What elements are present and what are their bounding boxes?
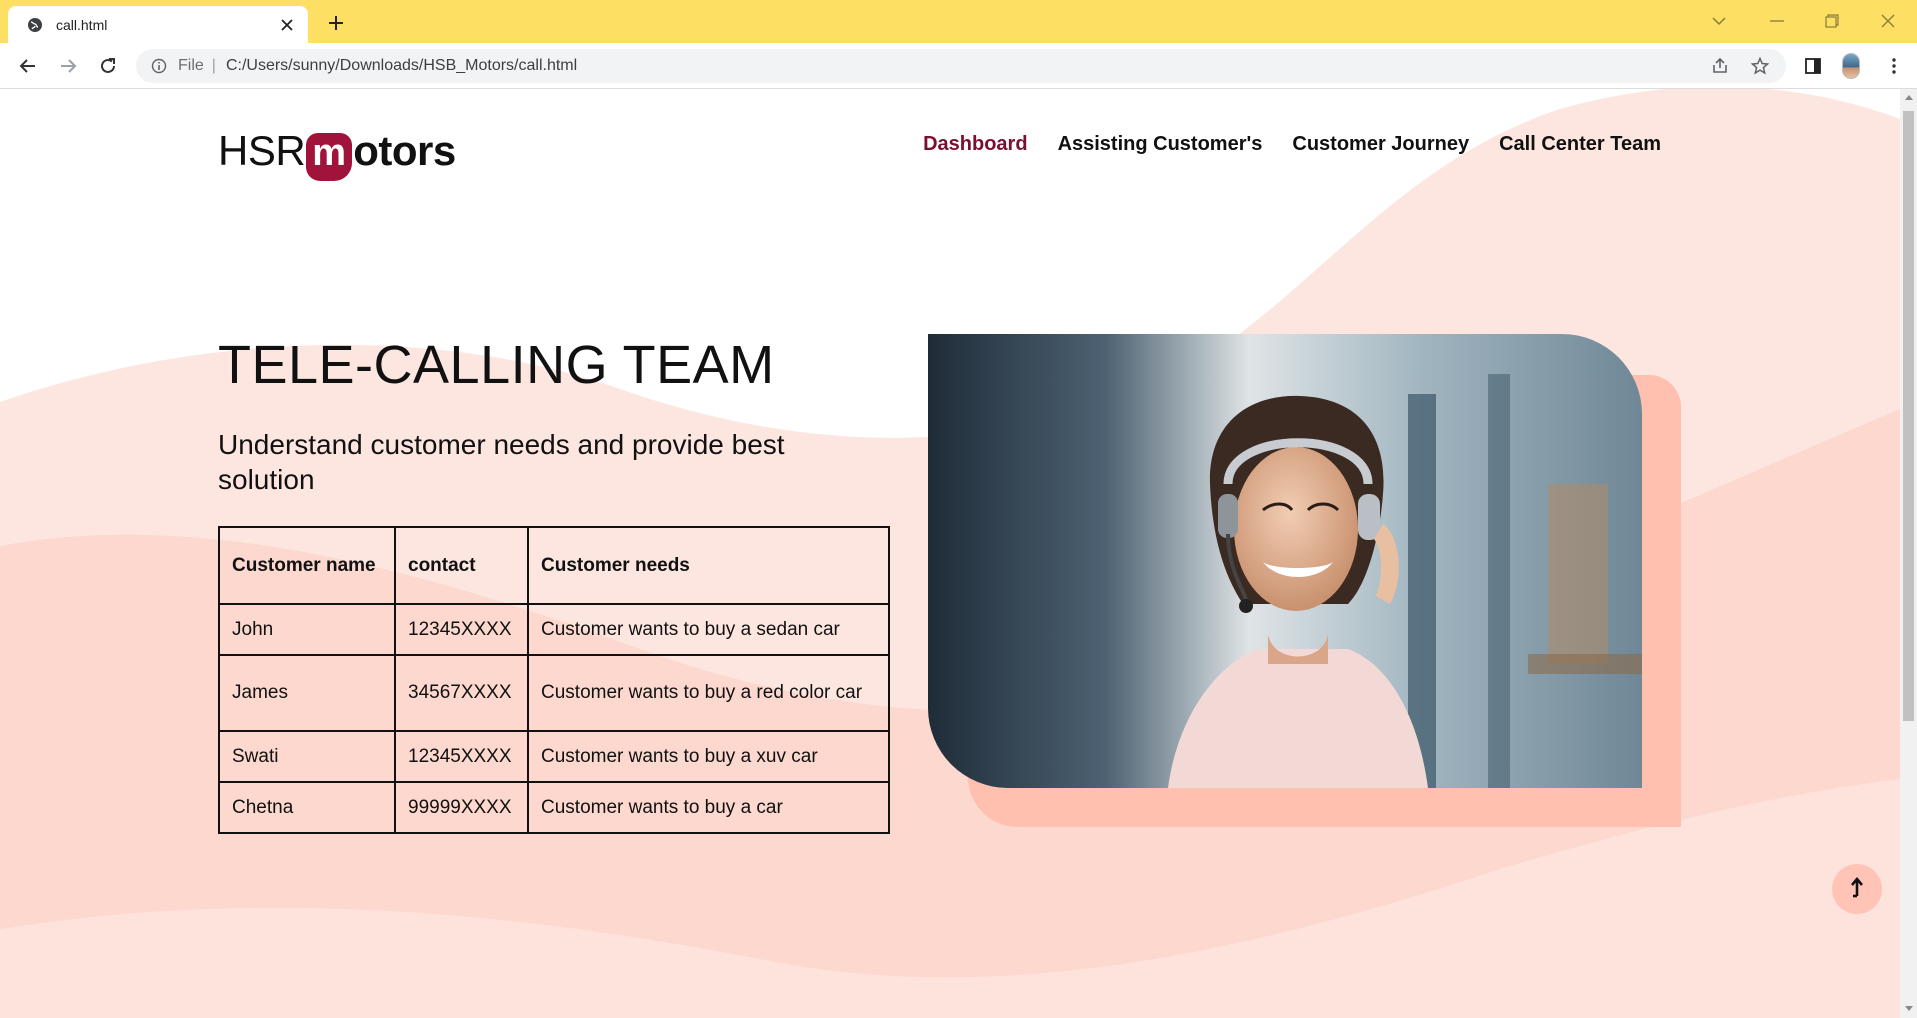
- cell-contact: 34567XXXX: [394, 654, 529, 732]
- customer-table: Customer name contact Customer needs Joh…: [218, 526, 890, 834]
- nav-assisting-customers[interactable]: Assisting Customer's: [1058, 133, 1263, 156]
- logo-text-hsr: HSR: [218, 127, 306, 174]
- back-to-top-button[interactable]: [1832, 864, 1882, 914]
- browser-tab[interactable]: call.html: [8, 6, 308, 43]
- cell-contact: 12345XXXX: [394, 730, 529, 783]
- site-logo[interactable]: HSR m otors: [218, 121, 456, 181]
- scroll-down-icon[interactable]: [1903, 1003, 1914, 1015]
- table-row: James 34567XXXX Customer wants to buy a …: [218, 654, 890, 732]
- call-center-agent-photo: [928, 334, 1642, 788]
- scrollbar-thumb[interactable]: [1903, 111, 1914, 721]
- header-customer-needs: Customer needs: [527, 526, 890, 605]
- tab-search-icon[interactable]: [1704, 6, 1734, 36]
- page-title: TELE-CALLING TEAM: [218, 335, 775, 395]
- minimize-icon[interactable]: [1762, 6, 1792, 36]
- cell-contact: 99999XXXX: [394, 781, 529, 834]
- bookmark-star-icon[interactable]: [1746, 52, 1774, 80]
- cell-name: Swati: [218, 730, 396, 783]
- tab-close-icon[interactable]: [278, 16, 296, 34]
- nav-customer-journey[interactable]: Customer Journey: [1292, 133, 1469, 156]
- cell-needs: Customer wants to buy a xuv car: [527, 730, 890, 783]
- globe-icon: [26, 16, 44, 34]
- browser-toolbar: File | C:/Users/sunny/Downloads/HSB_Moto…: [0, 43, 1917, 89]
- address-bar[interactable]: File | C:/Users/sunny/Downloads/HSB_Moto…: [136, 49, 1786, 83]
- logo-m-badge: m: [306, 133, 353, 181]
- restore-icon[interactable]: [1817, 6, 1847, 36]
- cell-contact: 12345XXXX: [394, 603, 529, 656]
- side-panel-icon[interactable]: [1799, 52, 1827, 80]
- table-header-row: Customer name contact Customer needs: [218, 526, 890, 605]
- main-nav: Dashboard Assisting Customer's Customer …: [923, 133, 1661, 156]
- arrow-up-icon: [1849, 876, 1865, 903]
- logo-text-otors: otors: [353, 127, 456, 174]
- reload-icon[interactable]: [94, 52, 122, 80]
- scroll-up-icon[interactable]: [1903, 91, 1914, 103]
- page-scrollbar[interactable]: [1900, 89, 1917, 1018]
- close-window-icon[interactable]: [1873, 6, 1903, 36]
- url-text[interactable]: C:/Users/sunny/Downloads/HSB_Motors/call…: [226, 57, 577, 75]
- table-row: John 12345XXXX Customer wants to buy a s…: [218, 603, 890, 656]
- table-row: Swati 12345XXXX Customer wants to buy a …: [218, 730, 890, 783]
- url-separator: |: [211, 57, 216, 74]
- share-icon[interactable]: [1706, 52, 1734, 80]
- cell-name: James: [218, 654, 396, 732]
- table-row: Chetna 99999XXXX Customer wants to buy a…: [218, 781, 890, 834]
- cell-needs: Customer wants to buy a sedan car: [527, 603, 890, 656]
- browser-tabstrip: call.html: [0, 0, 1917, 43]
- profile-avatar[interactable]: [1842, 53, 1860, 79]
- cell-needs: Customer wants to buy a car: [527, 781, 890, 834]
- forward-icon[interactable]: [54, 52, 82, 80]
- cell-name: John: [218, 603, 396, 656]
- header-contact: contact: [394, 526, 529, 605]
- site-info-icon[interactable]: [150, 57, 168, 75]
- nav-dashboard[interactable]: Dashboard: [923, 133, 1027, 156]
- cell-name: Chetna: [218, 781, 396, 834]
- header-customer-name: Customer name: [218, 526, 396, 605]
- nav-call-center-team[interactable]: Call Center Team: [1499, 133, 1661, 156]
- cell-needs: Customer wants to buy a red color car: [527, 654, 890, 732]
- page-viewport: HSR m otors Dashboard Assisting Customer…: [0, 89, 1900, 1018]
- page-subtitle: Understand customer needs and provide be…: [218, 429, 785, 495]
- url-scheme: File: [178, 57, 204, 74]
- new-tab-button[interactable]: [322, 9, 350, 37]
- back-icon[interactable]: [14, 52, 42, 80]
- tab-title: call.html: [56, 16, 108, 33]
- menu-dots-icon[interactable]: [1880, 52, 1908, 80]
